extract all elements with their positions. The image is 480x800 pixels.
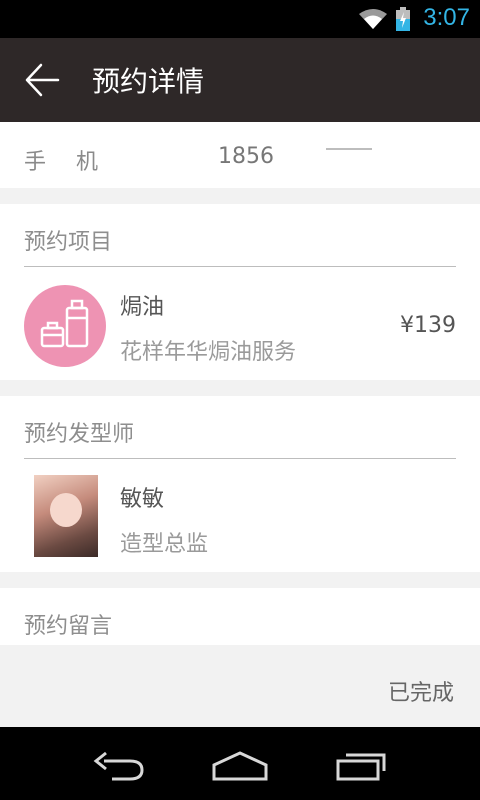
service-section-title: 预约项目 (24, 230, 113, 255)
page-title: 预约详情 (92, 65, 205, 98)
nav-back-icon[interactable] (90, 747, 150, 783)
service-icon (24, 285, 106, 367)
service-description: 花样年华焗油服务 (120, 340, 297, 365)
nav-home-icon[interactable] (210, 747, 270, 783)
phone-row: 手机 1856 (0, 122, 480, 188)
phone-value: 1856 (218, 144, 274, 169)
wifi-icon (359, 9, 387, 29)
navigation-bar (0, 727, 480, 800)
back-arrow-icon[interactable] (24, 62, 60, 98)
service-price: ¥139 (400, 313, 456, 338)
stylist-section-title: 预约发型师 (24, 422, 135, 447)
footer-bar: 已完成 (0, 645, 480, 727)
stylist-name: 敏敏 (120, 487, 165, 512)
service-divider (24, 266, 456, 267)
nav-recents-icon[interactable] (332, 747, 392, 783)
booking-status: 已完成 (387, 681, 454, 706)
message-section-title: 预约留言 (24, 614, 113, 639)
status-bar: 3:07 (0, 0, 480, 38)
hair-dye-bottles-icon (40, 299, 89, 348)
app-bar: 预约详情 (0, 38, 480, 122)
message-section: 预约留言 (0, 588, 480, 645)
phone-mask-line (326, 148, 372, 150)
phone-label: 手机 (24, 150, 129, 175)
status-time: 3:07 (423, 4, 470, 31)
battery-charging-icon (396, 7, 410, 31)
stylist-role: 造型总监 (120, 532, 209, 557)
stylist-divider (24, 458, 456, 459)
service-name: 焗油 (120, 295, 165, 320)
stylist-avatar (34, 475, 98, 557)
